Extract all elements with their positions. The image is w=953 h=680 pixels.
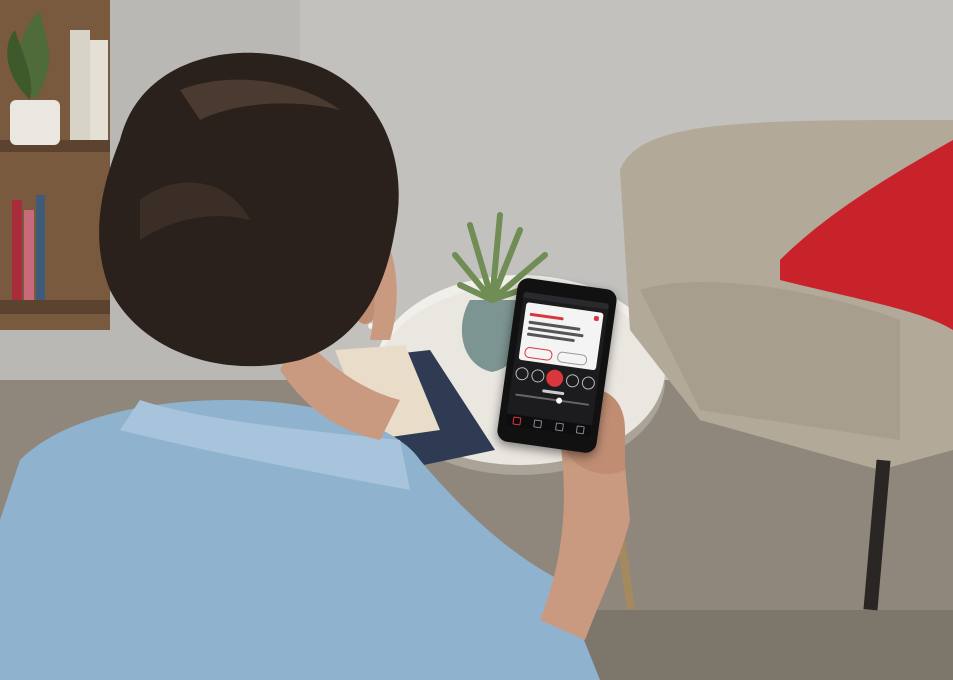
- settings-icon[interactable]: [575, 425, 586, 435]
- program-label: [542, 389, 565, 396]
- control-button[interactable]: [565, 373, 580, 389]
- tab-bar: [505, 413, 592, 438]
- card-primary-button[interactable]: [523, 346, 554, 362]
- card-secondary-button[interactable]: [556, 351, 588, 367]
- room-scene: [0, 0, 953, 680]
- app-screen[interactable]: [505, 291, 610, 438]
- notification-card[interactable]: [518, 302, 604, 371]
- control-button[interactable]: [580, 375, 596, 391]
- control-button[interactable]: [530, 368, 546, 384]
- tab-icon[interactable]: [554, 422, 564, 432]
- volume-icon[interactable]: [555, 397, 563, 404]
- home-icon[interactable]: [512, 416, 522, 426]
- photo: [0, 0, 953, 680]
- tab-icon[interactable]: [533, 419, 543, 429]
- play-icon[interactable]: [545, 368, 565, 388]
- card-heading: [529, 312, 564, 321]
- volume-slider[interactable]: [515, 393, 589, 406]
- control-button[interactable]: [514, 366, 530, 382]
- close-icon[interactable]: [593, 315, 600, 322]
